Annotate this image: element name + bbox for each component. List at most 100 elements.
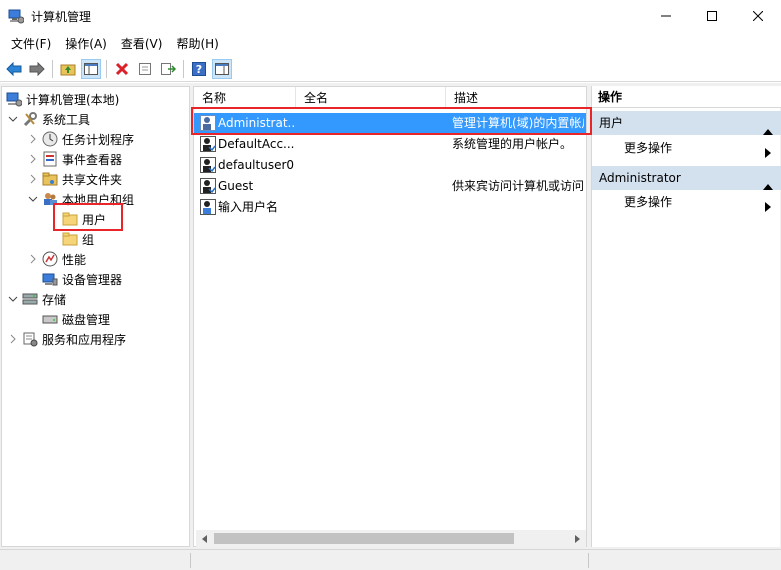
tree-item-root[interactable]: 计算机管理(本地) [6, 89, 119, 109]
column-header-name[interactable]: 名称 [194, 87, 296, 109]
chevron-down-icon[interactable] [28, 194, 38, 204]
tree-item-groups[interactable]: 组 [62, 229, 94, 249]
show-action-pane-icon[interactable] [212, 59, 232, 79]
column-headers: 名称 全名 描述 [194, 87, 586, 109]
maximize-button[interactable] [689, 0, 735, 32]
chevron-right-icon[interactable] [28, 134, 38, 144]
device-manager-icon [42, 271, 58, 287]
tree-item-local-users-groups[interactable]: 本地用户和组 [28, 189, 134, 209]
chevron-right-icon[interactable] [28, 174, 38, 184]
chevron-down-icon[interactable] [8, 294, 18, 304]
tree-item-system-tools[interactable]: 系统工具 [8, 109, 90, 129]
menu-bar: 文件(F) 操作(A) 查看(V) 帮助(H) [0, 33, 781, 55]
submenu-arrow-icon [765, 143, 771, 165]
chevron-down-icon[interactable] [8, 114, 18, 124]
action-item-label: 更多操作 [624, 141, 673, 155]
tree-item-label: 共享文件夹 [62, 172, 123, 187]
tree-item-label: 事件查看器 [62, 152, 123, 167]
performance-icon [42, 251, 58, 267]
tree-item-disk-management[interactable]: 磁盘管理 [42, 309, 110, 329]
menu-action[interactable]: 操作(A) [58, 34, 114, 54]
properties-icon[interactable] [135, 59, 155, 79]
main-area: 计算机管理(本地) 系统工具 任务计划程序 事件查看器 共享文件夹 本地用户和组… [0, 83, 781, 549]
action-section-label: 用户 [599, 116, 624, 130]
tree-item-task-scheduler[interactable]: 任务计划程序 [28, 129, 134, 149]
scroll-right-icon[interactable] [570, 532, 584, 545]
tree-item-label: 磁盘管理 [62, 312, 111, 327]
row-fullname [304, 155, 444, 175]
tree-item-label: 任务计划程序 [62, 132, 135, 147]
action-section-administrator[interactable]: Administrator [592, 166, 781, 190]
horizontal-scrollbar[interactable] [196, 530, 586, 547]
computer-management-icon [6, 91, 22, 107]
show-hide-tree-icon[interactable] [81, 59, 101, 79]
user-icon [200, 115, 216, 131]
folder-icon [62, 211, 78, 227]
computer-management-icon [8, 8, 25, 24]
column-header-fullname[interactable]: 全名 [296, 87, 446, 109]
svg-text:?: ? [196, 63, 202, 76]
row-name: 输入用户名 [218, 200, 279, 214]
row-description: 管理计算机(域)的内置帐户 [452, 116, 584, 130]
tree-item-users[interactable]: 用户 [62, 209, 106, 229]
tree-item-event-viewer[interactable]: 事件查看器 [28, 149, 122, 169]
row-fullname [304, 176, 444, 196]
up-folder-icon[interactable] [58, 59, 78, 79]
status-bar [0, 549, 781, 570]
title-bar: 计算机管理 [0, 0, 781, 32]
help-icon[interactable]: ? [189, 59, 209, 79]
tree-item-label: 计算机管理(本地) [26, 92, 120, 107]
status-divider [588, 553, 589, 568]
tree-item-performance[interactable]: 性能 [28, 249, 86, 269]
close-button[interactable] [735, 0, 781, 32]
submenu-arrow-icon [765, 197, 771, 219]
scrollbar-thumb[interactable] [214, 533, 514, 544]
menu-file[interactable]: 文件(F) [4, 34, 58, 54]
action-section-users[interactable]: 用户 [592, 111, 781, 135]
tree-item-storage[interactable]: 存储 [8, 289, 66, 309]
tree-item-label: 用户 [82, 212, 107, 227]
action-more-actions[interactable]: 更多操作 [592, 191, 781, 213]
storage-icon [22, 291, 38, 307]
user-icon [200, 136, 216, 152]
console-tree: 计算机管理(本地) 系统工具 任务计划程序 事件查看器 共享文件夹 本地用户和组… [1, 86, 190, 547]
row-description: 供来宾访问计算机或访问域的内... [452, 179, 584, 193]
chevron-right-icon[interactable] [28, 154, 38, 164]
tree-item-services-apps[interactable]: 服务和应用程序 [8, 329, 126, 349]
table-row[interactable]: Guest 供来宾访问计算机或访问域的内... [194, 176, 586, 196]
row-description: 系统管理的用户帐户。 [452, 137, 573, 151]
row-fullname [304, 134, 444, 154]
forward-icon[interactable] [27, 59, 47, 79]
row-description [452, 197, 584, 217]
minimize-button[interactable] [643, 0, 689, 32]
menu-view[interactable]: 查看(V) [114, 34, 170, 54]
row-name: defaultuser0 [218, 158, 295, 172]
delete-icon[interactable] [112, 59, 132, 79]
chevron-right-icon[interactable] [8, 334, 18, 344]
action-section-label: Administrator [599, 171, 681, 185]
table-row[interactable]: DefaultAcc... 系统管理的用户帐户。 [194, 134, 586, 154]
row-name: Guest [218, 179, 254, 193]
back-icon[interactable] [4, 59, 24, 79]
status-divider [190, 553, 191, 568]
row-fullname [304, 197, 444, 217]
user-icon [200, 157, 216, 173]
action-pane-title: 操作 [592, 86, 781, 108]
tree-item-shared-folders[interactable]: 共享文件夹 [28, 169, 122, 189]
row-name: Administrat... [218, 116, 296, 130]
table-row[interactable]: defaultuser0 [194, 155, 586, 175]
table-row[interactable]: 输入用户名 [194, 197, 586, 217]
column-header-description[interactable]: 描述 [446, 87, 586, 109]
row-description [452, 155, 584, 175]
table-row[interactable]: Administrat... 管理计算机(域)的内置帐户 [194, 113, 586, 133]
user-list: 名称 全名 描述 Administrat... 管理计算机(域)的内置帐户 De… [193, 86, 587, 547]
action-pane: 操作 用户 更多操作 Administrator 更多操作 [591, 86, 781, 547]
chevron-right-icon[interactable] [28, 254, 38, 264]
tree-item-device-manager[interactable]: 设备管理器 [42, 269, 122, 289]
action-more-actions[interactable]: 更多操作 [592, 137, 781, 159]
export-icon[interactable] [158, 59, 178, 79]
scroll-left-icon[interactable] [198, 532, 212, 545]
disk-icon [42, 311, 58, 327]
folder-icon [62, 231, 78, 247]
menu-help[interactable]: 帮助(H) [169, 34, 225, 54]
